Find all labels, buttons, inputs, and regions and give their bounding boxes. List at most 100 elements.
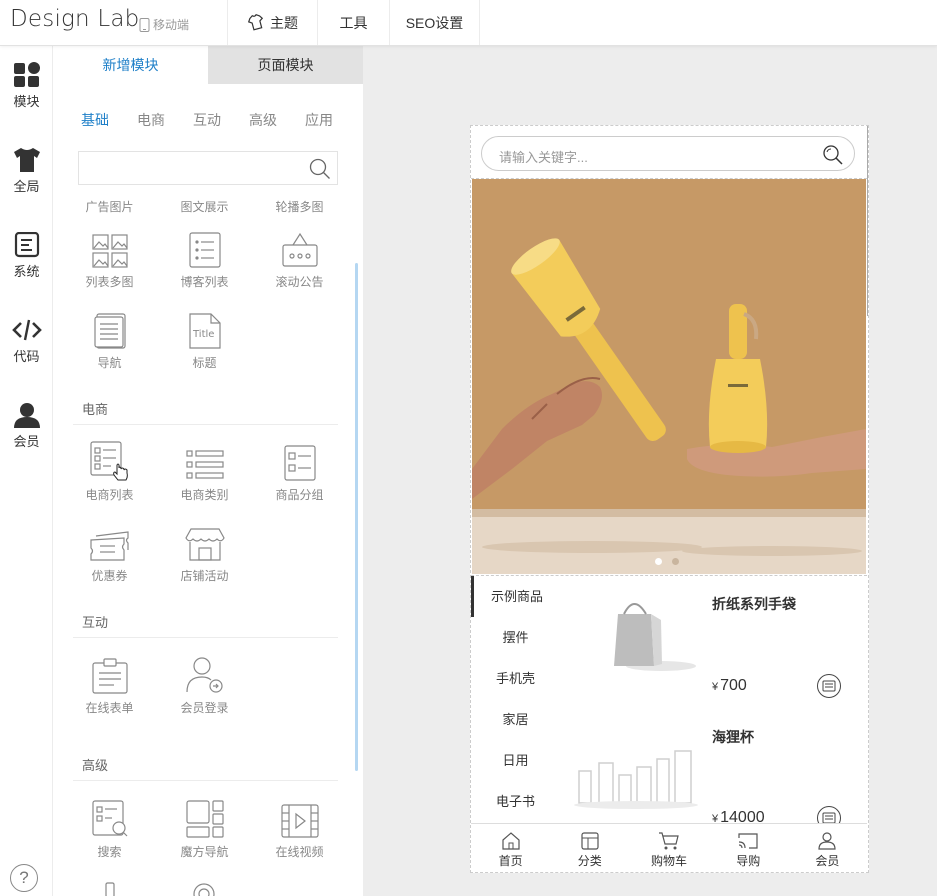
nav-category[interactable]: 分类	[550, 824, 629, 872]
system-icon	[14, 232, 39, 258]
module-label: 列表多图	[85, 275, 134, 289]
search-icon[interactable]	[822, 144, 844, 166]
module-online-form[interactable]: 在线表单	[62, 654, 157, 716]
rail-item-global[interactable]: 全局	[0, 147, 53, 195]
panel-scrollbar[interactable]	[355, 263, 358, 771]
cube-nav-icon	[185, 800, 224, 838]
phone-icon	[139, 17, 150, 32]
tools-menu[interactable]: 工具	[317, 0, 389, 45]
module-ad-image[interactable]: 广告图片	[62, 198, 157, 215]
coupon-icon	[89, 531, 129, 561]
rail-item-code[interactable]: 代码	[0, 317, 53, 365]
mobile-mode-label: 移动端	[153, 18, 190, 32]
shop-icon	[184, 528, 225, 561]
category-icon	[581, 832, 599, 850]
nav-label: 分类	[577, 854, 602, 868]
nav-member[interactable]: 会员	[788, 824, 867, 872]
phone-category-item[interactable]: 示例商品	[471, 576, 560, 617]
module-label: 电商列表	[85, 488, 134, 502]
category-basic[interactable]: 基础	[81, 110, 109, 130]
rail-label-code: 代码	[13, 349, 40, 364]
tools-label: 工具	[339, 14, 368, 31]
product-name[interactable]: 折纸系列手袋	[712, 594, 796, 614]
module-blog-list[interactable]: 博客列表	[157, 228, 252, 290]
tab-page-module[interactable]: 页面模块	[208, 46, 363, 84]
rail-label-member: 会员	[13, 434, 40, 449]
section-title-advanced: 高级	[82, 758, 109, 773]
theme-label: 主题	[270, 14, 298, 31]
module-search[interactable]: 搜索	[62, 798, 157, 860]
phone-search-bar[interactable]: 请输入关键字...	[481, 136, 855, 171]
video-icon	[280, 804, 319, 838]
module-navigation[interactable]: 导航	[62, 309, 157, 371]
module-shop-activity[interactable]: 店铺活动	[157, 522, 252, 584]
module-title[interactable]: Title 标题	[157, 309, 252, 371]
currency: ¥	[712, 681, 719, 693]
shirt-icon	[13, 148, 40, 172]
phone-category-item[interactable]: 电子书	[471, 781, 560, 822]
user-icon	[13, 403, 40, 428]
search-icon[interactable]	[309, 158, 331, 180]
phone-category-list: 示例商品 摆件 手机壳 家居 日用 电子书	[471, 576, 560, 822]
mobile-mode-toggle[interactable]: 移动端	[139, 16, 189, 33]
code-icon	[11, 319, 42, 341]
module-cube-nav[interactable]: 魔方导航	[157, 798, 252, 860]
module-product-group[interactable]: 商品分组	[252, 441, 347, 503]
tab-add-module[interactable]: 新增模块	[53, 46, 208, 84]
left-rail: 模块 全局 系统 代码 会员 ?	[0, 46, 53, 896]
nav-cart[interactable]: 购物车	[629, 824, 708, 872]
nav-guide[interactable]: 导购	[709, 824, 788, 872]
nav-home[interactable]: 首页	[471, 824, 550, 872]
home-icon	[501, 832, 520, 850]
module-product-list[interactable]: 电商列表	[62, 441, 157, 503]
notice-board-icon	[281, 232, 318, 267]
banner-carousel[interactable]	[472, 179, 866, 574]
add-to-cart-button[interactable]	[817, 674, 841, 698]
category-ecommerce[interactable]: 电商	[137, 110, 165, 130]
panel-tabs: 新增模块 页面模块	[53, 46, 363, 84]
rail-label-system: 系统	[13, 264, 40, 279]
module-label: 广告图片	[85, 200, 134, 214]
module-label: 在线视频	[275, 845, 324, 859]
list-icon	[188, 232, 221, 268]
module-label: 图文展示	[180, 200, 229, 214]
module-label: 滚动公告	[275, 275, 324, 289]
module-member-login[interactable]: 会员登录	[157, 654, 252, 716]
help-button[interactable]: ?	[10, 864, 38, 892]
product-name[interactable]: 海狸杯	[712, 727, 754, 747]
module-online-video[interactable]: 在线视频	[252, 798, 347, 860]
module-coupon[interactable]: 优惠券	[62, 522, 157, 584]
module-scroll-notice[interactable]: 滚动公告	[252, 228, 347, 290]
phone-category-item[interactable]: 摆件	[471, 617, 560, 658]
module-image-text[interactable]: 图文展示	[157, 198, 252, 215]
theme-menu[interactable]: 主题	[227, 0, 317, 45]
logo: Design Lab	[10, 6, 140, 32]
carousel-dot[interactable]	[655, 558, 662, 565]
navigation-icon	[93, 313, 126, 349]
phone-category-item[interactable]: 家居	[471, 699, 560, 740]
preview-scrollbar[interactable]	[867, 126, 868, 316]
rail-item-member[interactable]: 会员	[0, 402, 53, 450]
module-search-input[interactable]	[78, 151, 338, 185]
module-product-category[interactable]: 电商类别	[157, 441, 252, 503]
rail-item-modules[interactable]: 模块	[0, 62, 53, 110]
svg-text:Title: Title	[192, 329, 214, 340]
carousel-dot[interactable]	[672, 558, 679, 565]
module-label: 会员登录	[180, 701, 229, 715]
module-label: 商品分组	[275, 488, 324, 502]
category-list-icon	[185, 450, 224, 479]
rail-item-system[interactable]: 系统	[0, 232, 53, 280]
top-bar: Design Lab 移动端 主题 工具 SEO设置	[0, 0, 937, 46]
module-carousel[interactable]: 轮播多图	[252, 198, 347, 215]
category-apps[interactable]: 应用	[305, 110, 333, 130]
category-advanced[interactable]: 高级	[249, 110, 277, 130]
category-interactive[interactable]: 互动	[193, 110, 221, 130]
module-label: 导航	[97, 356, 122, 370]
seo-menu[interactable]: SEO设置	[389, 0, 480, 45]
banner-image	[472, 179, 866, 574]
phone-category-item[interactable]: 手机壳	[471, 658, 560, 699]
phone-category-item[interactable]: 日用	[471, 740, 560, 781]
module-list-images[interactable]: 列表多图	[62, 228, 157, 290]
rail-label-global: 全局	[13, 179, 40, 194]
module-panel: 新增模块 页面模块 基础 电商 互动 高级 应用 广告图片 图文展示 轮播多图 …	[53, 46, 363, 896]
